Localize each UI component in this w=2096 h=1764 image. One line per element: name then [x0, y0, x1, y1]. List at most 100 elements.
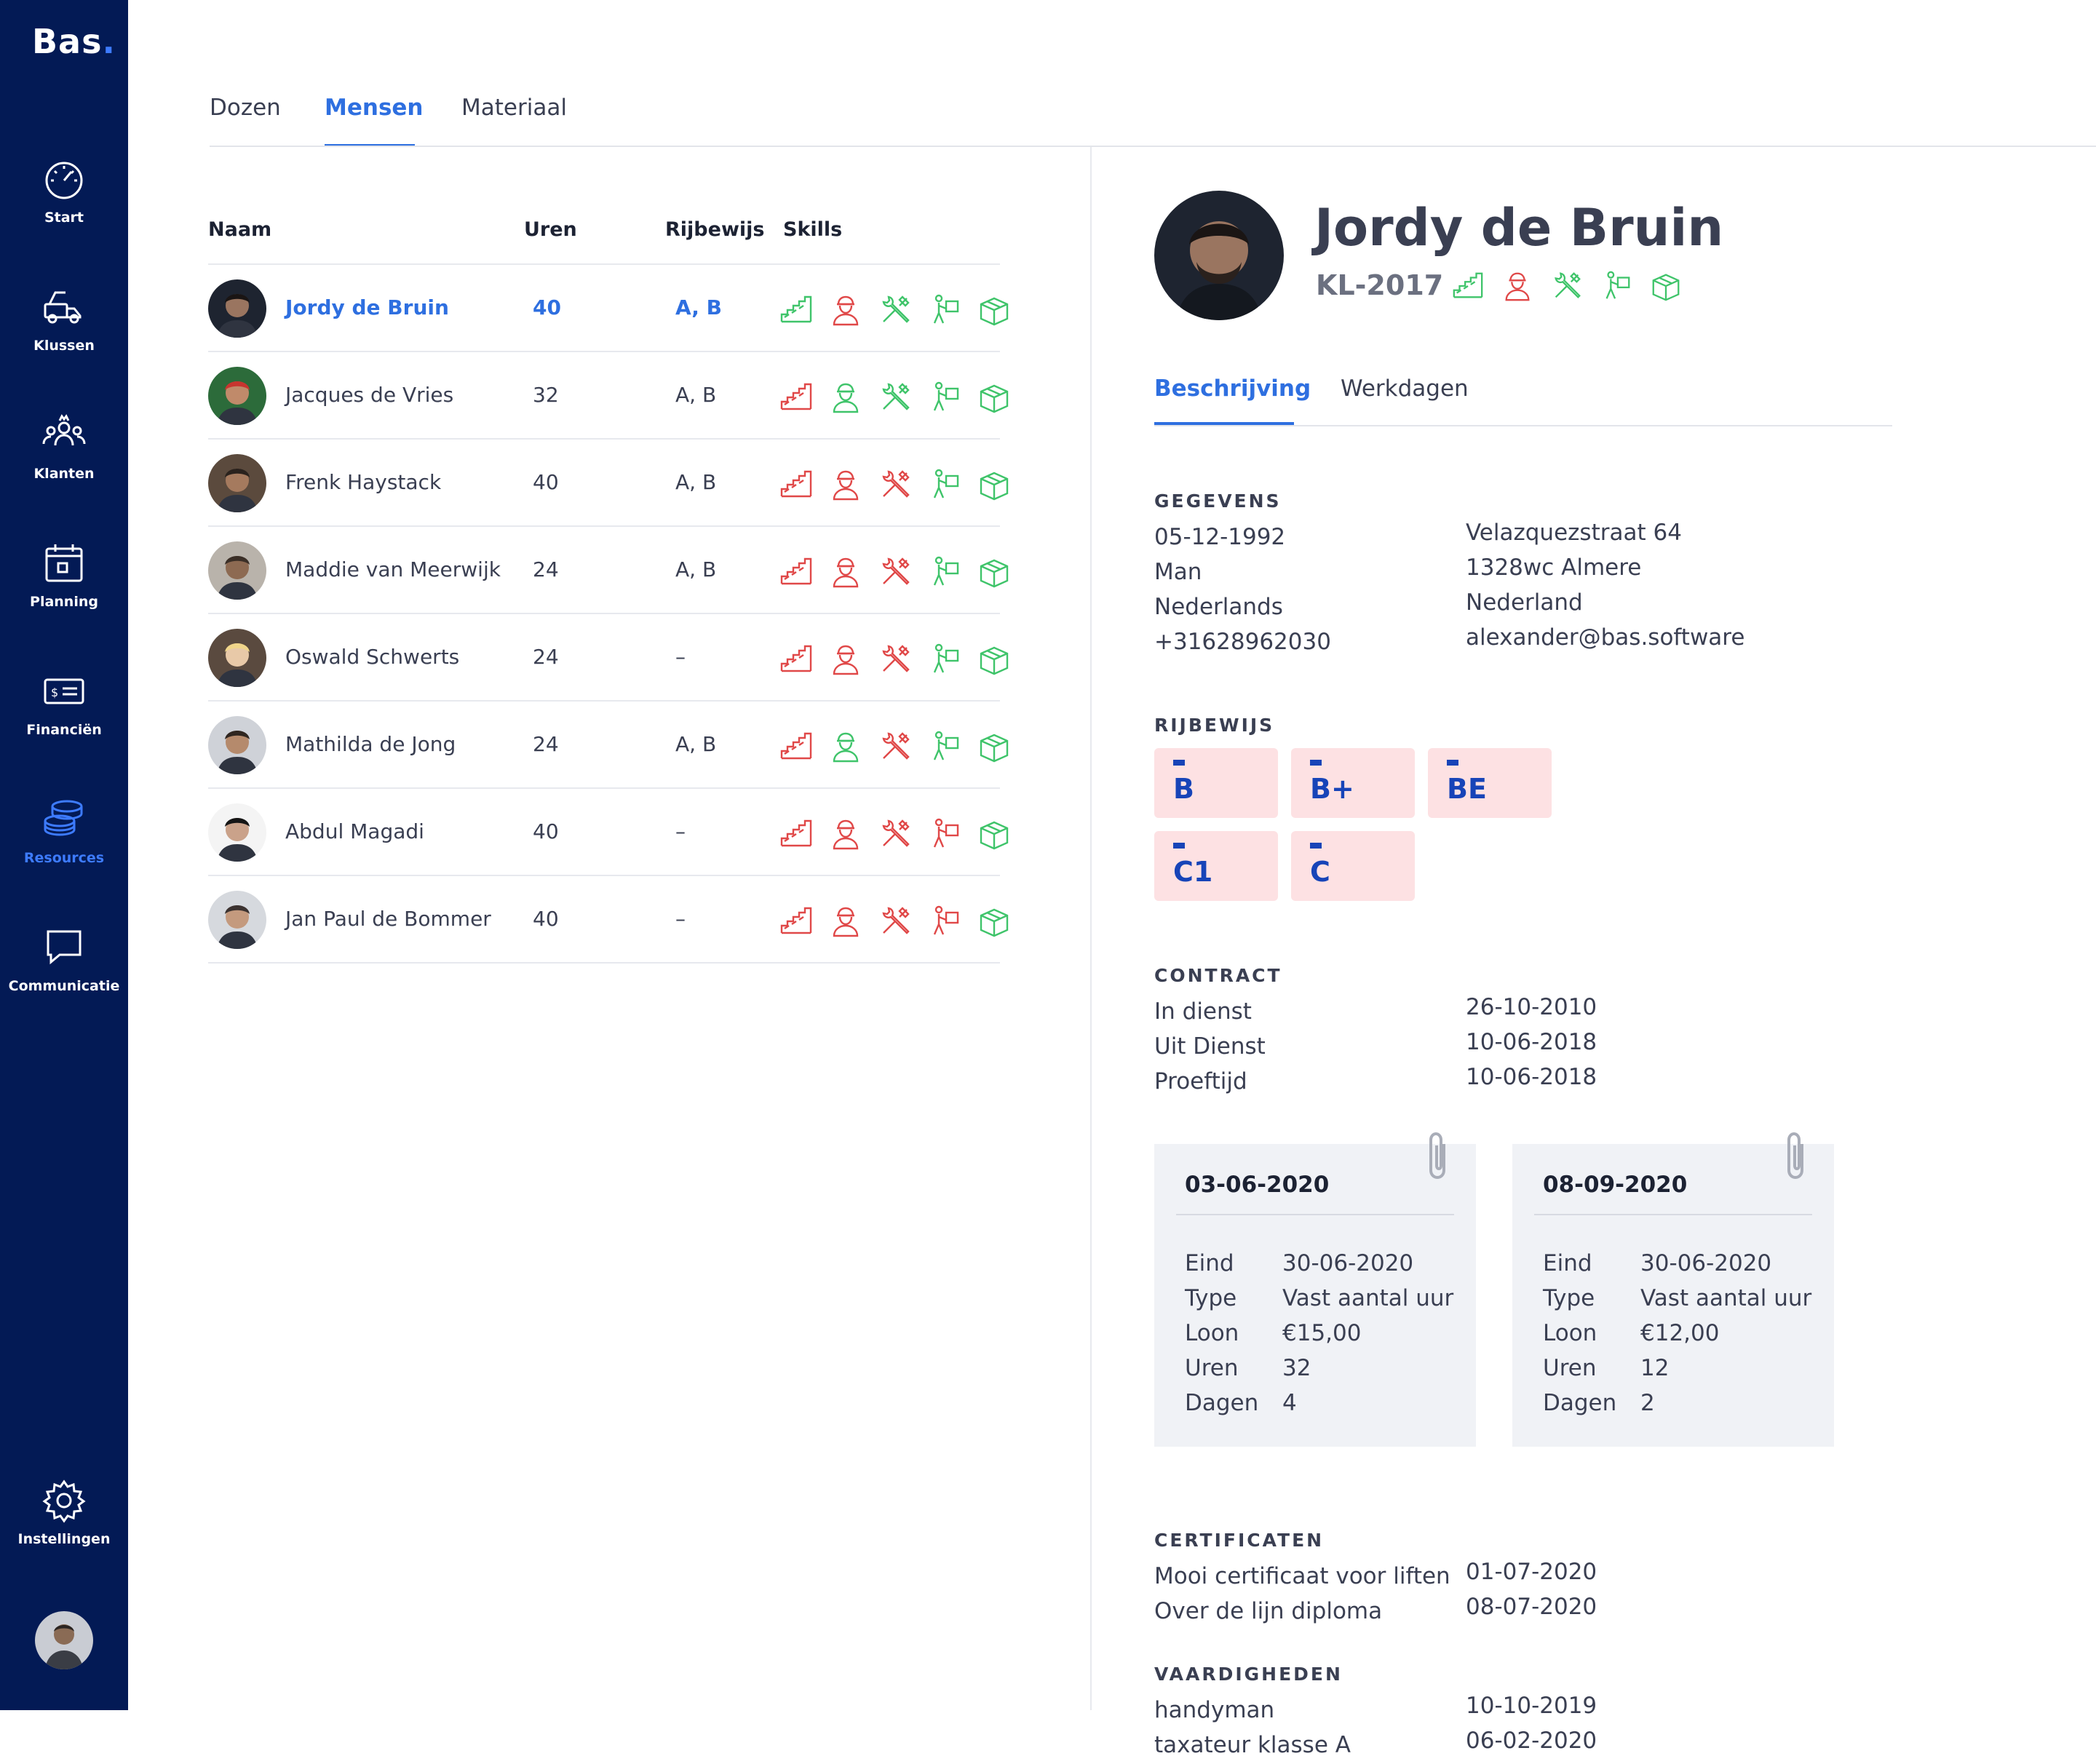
- staircase-icon: [779, 904, 814, 939]
- person-name[interactable]: Jan Paul de Bommer: [285, 907, 491, 931]
- license-value: A, B: [675, 732, 717, 756]
- skill-dates: 10-10-2019 06-02-2020: [1466, 1688, 1597, 1758]
- certificate-name[interactable]: Mooi certificaat voor liften: [1154, 1559, 1450, 1594]
- worker-icon: [828, 293, 863, 327]
- certificate-dates: 01-07-2020 08-07-2020: [1466, 1554, 1597, 1624]
- column-header-rijbewijs[interactable]: Rijbewijs: [665, 218, 764, 241]
- tab-beschrijving[interactable]: Beschrijving: [1154, 376, 1311, 402]
- card-label: Loon: [1543, 1320, 1597, 1346]
- column-header-naam[interactable]: Naam: [208, 218, 271, 241]
- staircase-icon: [779, 467, 814, 502]
- worker-icon: [1501, 269, 1534, 303]
- card-label: Dagen: [1185, 1390, 1259, 1416]
- person-name[interactable]: Mathilda de Jong: [285, 732, 456, 756]
- skills-cell: [779, 293, 1012, 327]
- person-name[interactable]: Maddie van Meerwijk: [285, 557, 501, 581]
- license-badge[interactable]: B+: [1291, 748, 1415, 818]
- sidebar-item-planning[interactable]: Planning: [0, 540, 128, 620]
- table-row[interactable]: Mathilda de Jong 24 A, B: [208, 702, 1009, 789]
- avatar: [208, 803, 266, 862]
- person-lifting-icon: [927, 904, 962, 939]
- worker-icon: [828, 467, 863, 502]
- staircase-icon: [779, 817, 814, 851]
- card-values: 30-06-2020 Vast aantal uur €12,00 12 2: [1640, 1246, 1811, 1421]
- table-row[interactable]: Oswald Schwerts 24 –: [208, 614, 1009, 702]
- tab-dozen[interactable]: Dozen: [210, 95, 281, 121]
- license-badge[interactable]: C: [1291, 831, 1415, 901]
- box-icon: [977, 380, 1012, 415]
- license-badge[interactable]: B: [1154, 748, 1278, 818]
- sidebar-item-label: Financiën: [26, 722, 102, 738]
- certificate-date: 01-07-2020: [1466, 1559, 1597, 1585]
- hours-value: 40: [533, 907, 559, 931]
- contract-card[interactable]: 03-06-2020 Eind Type Loon Uren Dagen 30-…: [1154, 1132, 1476, 1447]
- detail-tabs: Beschrijving Werkdagen: [1154, 376, 1892, 426]
- box-icon: [977, 817, 1012, 851]
- app-logo[interactable]: Bas.: [32, 22, 116, 61]
- person-name[interactable]: Jordy de Bruin: [285, 295, 449, 319]
- sidebar-item-start[interactable]: Start: [0, 156, 128, 236]
- column-header-uren[interactable]: Uren: [524, 218, 577, 241]
- staircase-icon: [779, 555, 814, 589]
- license-value: –: [675, 645, 686, 669]
- box-icon: [977, 904, 1012, 939]
- section-title-gegevens: GEGEVENS: [1154, 490, 1282, 512]
- contract-label: Proeftijd: [1154, 1068, 1247, 1094]
- sidebar-item-klanten[interactable]: Klanten: [0, 412, 128, 492]
- card-value: 2: [1640, 1390, 1655, 1416]
- card-label: Uren: [1543, 1355, 1597, 1381]
- sidebar-item-label: Klanten: [33, 466, 95, 482]
- paperclip-icon[interactable]: [1780, 1129, 1814, 1180]
- tabs-divider: [210, 146, 2096, 147]
- contract-start-date: 08-09-2020: [1543, 1172, 1688, 1198]
- person-name: Jordy de Bruin: [1314, 198, 1724, 258]
- nationality: Nederlands: [1154, 594, 1283, 620]
- worker-icon: [828, 555, 863, 589]
- card-label: Eind: [1185, 1250, 1234, 1276]
- person-name[interactable]: Oswald Schwerts: [285, 645, 459, 669]
- license-badge[interactable]: C1: [1154, 831, 1278, 901]
- person-name[interactable]: Abdul Magadi: [285, 819, 424, 843]
- tab-mensen[interactable]: Mensen: [325, 95, 424, 121]
- section-title-rijbewijs: RIJBEWIJS: [1154, 715, 1275, 736]
- sidebar-item-instellingen[interactable]: Instellingen: [0, 1477, 128, 1557]
- tools-icon: [878, 293, 913, 327]
- skill-date: 10-10-2019: [1466, 1693, 1597, 1719]
- tab-materiaal[interactable]: Materiaal: [461, 95, 567, 121]
- person-name[interactable]: Frenk Haystack: [285, 470, 441, 494]
- section-title-certificaten: CERTIFICATEN: [1154, 1530, 1325, 1551]
- table-row[interactable]: Maddie van Meerwijk 24 A, B: [208, 527, 1009, 614]
- table-row[interactable]: Abdul Magadi 40 –: [208, 789, 1009, 876]
- skills-cell: [779, 817, 1012, 851]
- table-row[interactable]: Frenk Haystack 40 A, B: [208, 440, 1009, 527]
- contract-label: Uit Dienst: [1154, 1033, 1266, 1060]
- tab-werkdagen[interactable]: Werkdagen: [1341, 376, 1469, 402]
- table-row[interactable]: Jordy de Bruin 40 A, B: [208, 265, 1009, 352]
- license-value: –: [675, 907, 686, 931]
- certificate-name[interactable]: Over de lijn diploma: [1154, 1594, 1450, 1629]
- sidebar-item-financien[interactable]: $ Financiën: [0, 668, 128, 748]
- phone: +31628962030: [1154, 629, 1331, 655]
- paperclip-icon[interactable]: [1422, 1129, 1456, 1180]
- people-table: Naam Uren Rijbewijs Skills Jordy de Brui…: [208, 215, 1009, 964]
- box-icon: [1649, 269, 1683, 303]
- card-labels: Eind Type Loon Uren Dagen: [1185, 1246, 1258, 1421]
- skills-cell: [779, 642, 1012, 677]
- card-label: Type: [1543, 1285, 1595, 1311]
- calendar-icon: [45, 544, 83, 582]
- sidebar-item-klussen[interactable]: Klussen: [0, 284, 128, 364]
- person-lifting-icon: [927, 817, 962, 851]
- person-name[interactable]: Jacques de Vries: [285, 383, 453, 407]
- license-badge[interactable]: BE: [1428, 748, 1552, 818]
- sidebar-item-communicatie[interactable]: Communicatie: [0, 924, 128, 1004]
- hours-value: 40: [533, 819, 559, 843]
- database-icon: [44, 800, 83, 836]
- table-row[interactable]: Jacques de Vries 32 A, B: [208, 352, 1009, 440]
- contract-card[interactable]: 08-09-2020 Eind Type Loon Uren Dagen 30-…: [1512, 1132, 1834, 1447]
- user-avatar[interactable]: [35, 1611, 93, 1669]
- hours-value: 32: [533, 383, 559, 407]
- sidebar-item-resources[interactable]: Resources: [0, 796, 128, 876]
- staircase-icon: [779, 380, 814, 415]
- tools-icon: [878, 555, 913, 589]
- table-row[interactable]: Jan Paul de Bommer 40 –: [208, 876, 1009, 964]
